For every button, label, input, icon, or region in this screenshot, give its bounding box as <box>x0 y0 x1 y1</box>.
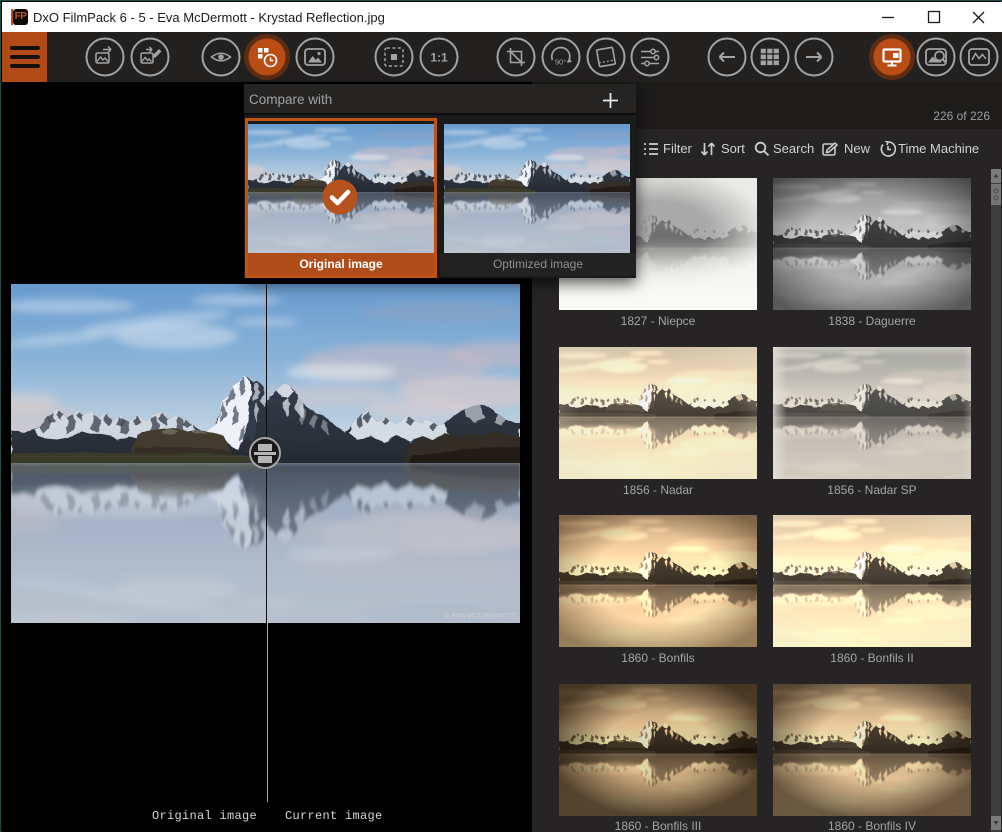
svg-text:90°: 90° <box>555 58 566 67</box>
svg-text:1:1: 1:1 <box>430 51 448 65</box>
